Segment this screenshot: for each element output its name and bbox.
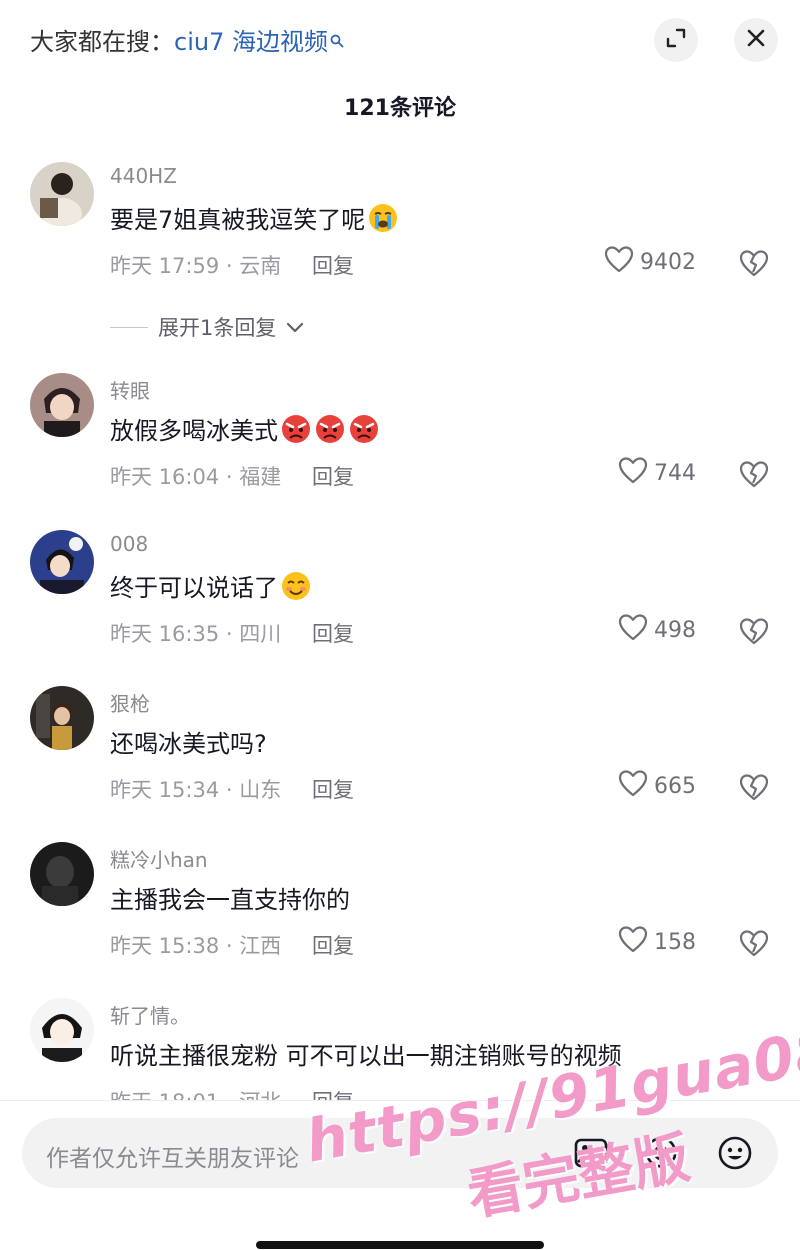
like-count: 158 (654, 929, 696, 955)
reply-button[interactable]: 回复 (312, 250, 354, 280)
comment-meta: 昨天 15:34 · 山东 (110, 778, 282, 802)
avatar[interactable] (30, 686, 94, 750)
dislike-button[interactable] (738, 928, 770, 958)
emoji-icon[interactable] (716, 1134, 754, 1172)
angry-face-emoji (280, 413, 312, 445)
avatar[interactable] (30, 998, 94, 1062)
comment-text: 终于可以说话了 (110, 568, 312, 603)
heart-icon (618, 613, 648, 647)
broken-heart-icon (738, 774, 770, 806)
dislike-button[interactable] (738, 248, 770, 278)
search-keyword[interactable]: ciu7 海边视频 (174, 28, 328, 56)
expand-replies-button[interactable]: 展开1条回复 (110, 312, 304, 342)
heart-icon (604, 245, 634, 279)
reply-button[interactable]: 回复 (312, 618, 354, 648)
like-button[interactable]: 158 (618, 926, 696, 958)
comment-item: 008 终于可以说话了 昨天 16:35 · 四川 回复 498 (0, 530, 800, 680)
comment-text-content: 要是7姐真被我逗笑了呢 (110, 206, 366, 234)
comment-meta: 昨天 16:04 · 福建 (110, 465, 282, 489)
smiling-face-emoji (280, 570, 312, 602)
avatar[interactable] (30, 842, 94, 906)
comment-meta: 昨天 16:35 · 四川 (110, 622, 282, 646)
like-count: 665 (654, 773, 696, 799)
chevron-down-icon (286, 315, 304, 339)
angry-face-emoji (348, 413, 380, 445)
dislike-button[interactable] (738, 616, 770, 646)
comment-item: 糕冷小han 主播我会一直支持你的 昨天 15:38 · 江西 回复 158 (0, 842, 800, 992)
reply-button[interactable]: 回复 (312, 461, 354, 491)
comment-text-content: 放假多喝冰美式 (110, 417, 278, 445)
comment-meta: 昨天 17:59 · 云南 (110, 254, 282, 278)
comment-text-content: 还喝冰美式吗? (110, 730, 267, 758)
comment-text-content: 听说主播很宠粉 可不可以出一期注销账号的视频 (110, 1042, 622, 1070)
broken-heart-icon (738, 250, 770, 282)
comment-text: 还喝冰美式吗? (110, 724, 267, 759)
username[interactable]: 转眼 (110, 375, 150, 404)
crying-face-emoji (367, 202, 399, 234)
broken-heart-icon (738, 930, 770, 962)
username[interactable]: 008 (110, 532, 148, 556)
broken-heart-icon (738, 461, 770, 493)
dislike-button[interactable] (738, 772, 770, 802)
reply-button[interactable]: 回复 (312, 774, 354, 804)
comment-text: 要是7姐真被我逗笑了呢 (110, 200, 399, 235)
comment-meta: 昨天 15:38 · 江西 (110, 934, 282, 958)
divider (110, 326, 148, 328)
comment-input[interactable]: 作者仅允许互关朋友评论 (22, 1118, 778, 1188)
comment-item: 狠枪 还喝冰美式吗? 昨天 15:34 · 山东 回复 665 (0, 686, 800, 836)
avatar[interactable] (30, 373, 94, 437)
heart-icon (618, 769, 648, 803)
dislike-button[interactable] (738, 459, 770, 489)
comment-text-content: 终于可以说话了 (110, 574, 278, 602)
like-count: 744 (654, 460, 696, 486)
close-button[interactable] (734, 18, 778, 62)
like-button[interactable]: 9402 (604, 246, 696, 278)
comment-text: 听说主播很宠粉 可不可以出一期注销账号的视频 (110, 1036, 622, 1071)
trending-search[interactable]: 大家都在搜：ciu7 海边视频 (30, 22, 344, 57)
username[interactable]: 斩了情。 (110, 1000, 190, 1029)
comment-text: 放假多喝冰美式 (110, 411, 380, 446)
like-button[interactable]: 665 (618, 770, 696, 802)
expand-button[interactable] (654, 18, 698, 62)
comment-item: 转眼 放假多喝冰美式 昨天 16:04 · 福建 回复 744 (0, 373, 800, 523)
search-prefix: 大家都在搜： (30, 28, 174, 56)
home-indicator (256, 1241, 544, 1249)
username[interactable]: 糕冷小han (110, 844, 208, 873)
like-button[interactable]: 744 (618, 457, 696, 489)
angry-face-emoji (314, 413, 346, 445)
broken-heart-icon (738, 618, 770, 650)
expand-icon (665, 27, 687, 53)
like-count: 9402 (640, 249, 696, 275)
close-icon (746, 28, 766, 52)
top-bar: 大家都在搜：ciu7 海边视频 (0, 0, 800, 80)
comment-text: 主播我会一直支持你的 (110, 880, 350, 915)
avatar[interactable] (30, 530, 94, 594)
comment-input-bar: 作者仅允许互关朋友评论 (0, 1100, 800, 1250)
like-button[interactable]: 498 (618, 614, 696, 646)
username[interactable]: 440HZ (110, 164, 177, 188)
comment-item: 440HZ 要是7姐真被我逗笑了呢 昨天 17:59 · 云南 回复 9402 (0, 162, 800, 312)
heart-icon (618, 456, 648, 490)
like-count: 498 (654, 617, 696, 643)
expand-replies-label: 展开1条回复 (158, 316, 277, 340)
username[interactable]: 狠枪 (110, 688, 150, 717)
at-icon[interactable] (642, 1134, 680, 1172)
heart-icon (618, 925, 648, 959)
comment-text-content: 主播我会一直支持你的 (110, 886, 350, 914)
image-icon[interactable] (572, 1134, 610, 1172)
comment-count: 121条评论 (344, 96, 456, 121)
comment-input-placeholder: 作者仅允许互关朋友评论 (46, 1146, 299, 1172)
search-icon (330, 26, 344, 54)
reply-button[interactable]: 回复 (312, 930, 354, 960)
avatar[interactable] (30, 162, 94, 226)
